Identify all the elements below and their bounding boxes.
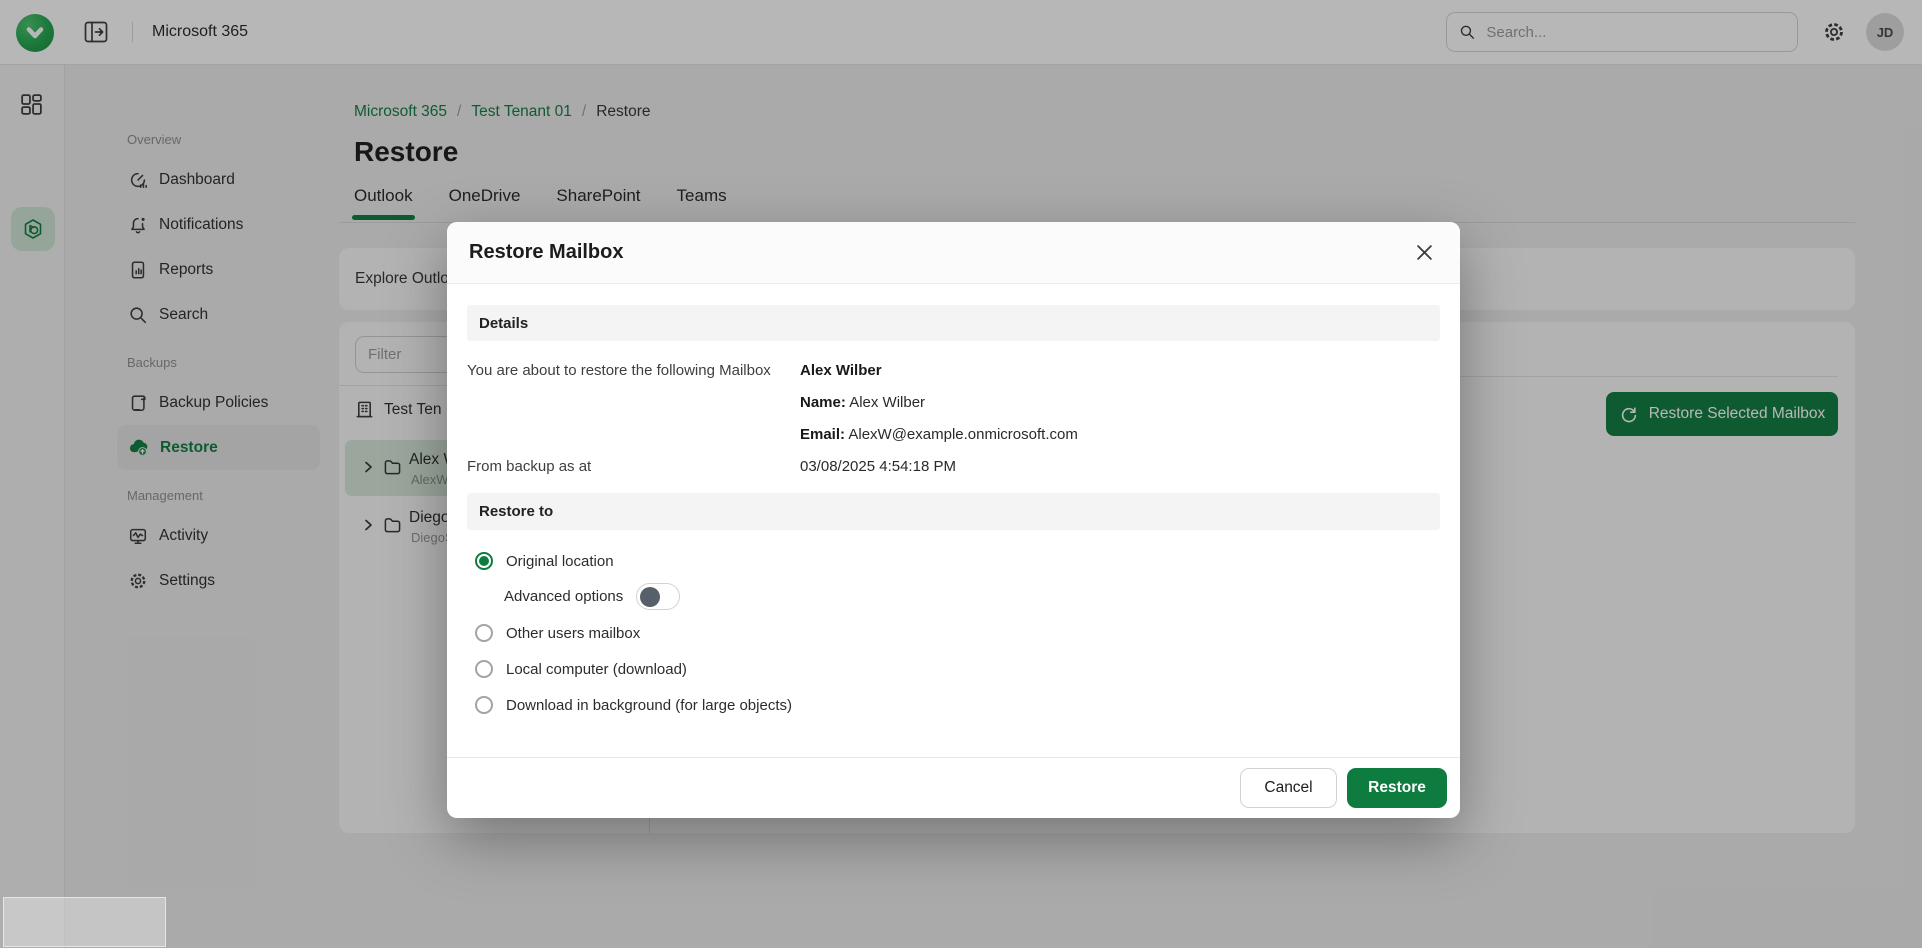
dialog-footer: Cancel Restore — [447, 757, 1460, 818]
option-other-users-mailbox[interactable]: Other users mailbox — [475, 621, 640, 645]
mailbox-name-row: Name: Alex Wilber — [800, 393, 925, 412]
option-label: Other users mailbox — [506, 625, 640, 642]
restore-mailbox-dialog: Restore Mailbox Details You are about to… — [447, 222, 1460, 818]
dialog-header: Restore Mailbox — [447, 222, 1460, 284]
from-backup-timestamp: 03/08/2025 4:54:18 PM — [800, 457, 956, 476]
name-label: Name: — [800, 394, 846, 411]
about-to-restore-label: You are about to restore the following M… — [467, 361, 771, 380]
option-download-in-background[interactable]: Download in background (for large object… — [475, 693, 792, 717]
option-label: Original location — [506, 553, 614, 570]
email-label: Email: — [800, 426, 845, 443]
advanced-options-label: Advanced options — [504, 588, 623, 605]
details-section-header: Details — [467, 305, 1440, 341]
restore-to-section-header: Restore to — [467, 493, 1440, 530]
toggle-knob — [640, 587, 660, 607]
radio-original-location[interactable] — [475, 552, 493, 570]
advanced-options-toggle[interactable] — [636, 583, 680, 610]
option-original-location[interactable]: Original location — [475, 549, 614, 573]
advanced-options-row: Advanced options — [504, 583, 680, 610]
email-value: AlexW@example.onmicrosoft.com — [848, 426, 1077, 443]
option-label: Download in background (for large object… — [506, 697, 792, 714]
mailbox-email-row: Email: AlexW@example.onmicrosoft.com — [800, 425, 1078, 444]
mailbox-display-name: Alex Wilber — [800, 361, 882, 380]
radio-download-in-background[interactable] — [475, 696, 493, 714]
radio-other-users-mailbox[interactable] — [475, 624, 493, 642]
close-icon[interactable] — [1410, 239, 1438, 267]
dialog-title: Restore Mailbox — [469, 241, 623, 264]
from-backup-label: From backup as at — [467, 457, 591, 476]
radio-local-computer[interactable] — [475, 660, 493, 678]
name-value: Alex Wilber — [849, 394, 925, 411]
bottom-left-panel — [3, 897, 166, 947]
option-local-computer[interactable]: Local computer (download) — [475, 657, 687, 681]
cancel-button[interactable]: Cancel — [1240, 768, 1337, 808]
app-screen: Microsoft 365 JD — [0, 0, 1922, 948]
option-label: Local computer (download) — [506, 661, 687, 678]
restore-button[interactable]: Restore — [1347, 768, 1447, 808]
